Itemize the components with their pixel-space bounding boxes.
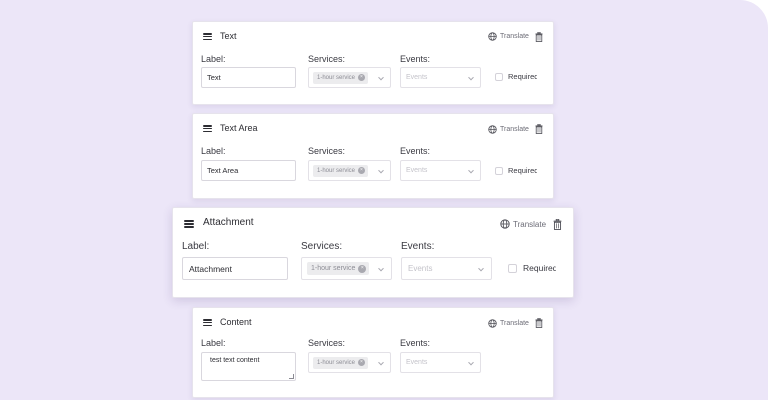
events-caption: Events: — [400, 338, 431, 348]
translate-button[interactable]: Translate — [488, 32, 529, 41]
chevron-down-icon — [468, 74, 474, 80]
label-input[interactable]: Text Area — [201, 160, 296, 181]
chevron-down-icon — [378, 74, 384, 80]
globe-icon — [488, 32, 497, 41]
label-caption: Label: — [201, 338, 226, 348]
drag-handle-icon[interactable] — [184, 220, 194, 228]
translate-label: Translate — [500, 33, 529, 40]
events-caption: Events: — [400, 54, 431, 64]
remove-tag-icon[interactable]: × — [358, 264, 367, 273]
events-placeholder: Events — [406, 74, 428, 81]
globe-icon — [488, 125, 497, 134]
chevron-down-icon — [468, 359, 474, 365]
label-caption: Label: — [182, 241, 210, 252]
chevron-down-icon — [468, 167, 474, 173]
service-tag: 1-hour service × — [307, 262, 370, 275]
label-caption: Label: — [201, 54, 226, 64]
required-checkbox[interactable] — [508, 264, 517, 273]
services-caption: Services: — [308, 338, 346, 348]
translate-label: Translate — [500, 320, 529, 327]
trash-icon[interactable] — [535, 124, 543, 134]
events-caption: Events: — [401, 241, 435, 252]
content-textarea[interactable]: test text content — [201, 352, 296, 381]
required-label: Required — [508, 72, 537, 81]
events-placeholder: Events — [406, 167, 428, 174]
field-card-text: Text Translate Label: Services: Events: … — [192, 21, 554, 105]
services-caption: Services: — [308, 54, 346, 64]
translate-button[interactable]: Translate — [488, 319, 529, 328]
chevron-down-icon — [378, 359, 384, 365]
field-card-content: Content Translate Label: Services: Event… — [192, 307, 554, 398]
content-text: test text content — [210, 357, 260, 364]
service-tag-label: 1-hour service — [311, 265, 356, 272]
events-placeholder: Events — [406, 359, 428, 366]
resize-handle[interactable] — [289, 374, 294, 379]
field-title: Attachment — [203, 217, 254, 228]
drag-handle-icon[interactable] — [203, 125, 212, 132]
required-checkbox[interactable] — [495, 167, 503, 175]
services-select[interactable]: 1-hour service × — [308, 160, 391, 181]
field-card-text-area: Text Area Translate Label: Services: Eve… — [192, 113, 554, 199]
events-caption: Events: — [400, 146, 431, 156]
chevron-down-icon — [378, 167, 384, 173]
chevron-down-icon — [478, 265, 484, 271]
remove-tag-icon[interactable]: × — [358, 74, 366, 81]
services-select[interactable]: 1-hour service × — [308, 67, 391, 88]
label-input[interactable]: Attachment — [182, 257, 288, 280]
events-placeholder: Events — [408, 264, 433, 273]
services-select[interactable]: 1-hour service × — [301, 257, 392, 280]
drag-handle-icon[interactable] — [203, 33, 212, 40]
trash-icon[interactable] — [535, 318, 543, 328]
translate-label: Translate — [513, 219, 547, 229]
remove-tag-icon[interactable]: × — [358, 167, 366, 174]
service-tag-label: 1-hour service — [317, 167, 356, 174]
service-tag: 1-hour service × — [313, 71, 369, 84]
remove-tag-icon[interactable]: × — [358, 359, 366, 366]
events-select[interactable]: Events — [400, 160, 481, 181]
service-tag: 1-hour service × — [313, 356, 369, 369]
chevron-down-icon — [378, 265, 384, 271]
services-caption: Services: — [308, 146, 346, 156]
field-title: Content — [220, 317, 252, 327]
label-input[interactable]: Text — [201, 67, 296, 88]
required-label: Required — [508, 166, 537, 175]
required-label: Required — [523, 263, 556, 273]
translate-label: Translate — [500, 126, 529, 133]
globe-icon — [488, 319, 497, 328]
label-caption: Label: — [201, 146, 226, 156]
field-card-attachment: Attachment Translate Label: Services: Ev… — [172, 207, 574, 298]
trash-icon[interactable] — [535, 32, 543, 42]
translate-button[interactable]: Translate — [500, 219, 546, 229]
service-tag-label: 1-hour service — [317, 359, 356, 366]
service-tag: 1-hour service × — [313, 164, 369, 177]
events-select[interactable]: Events — [401, 257, 492, 280]
services-caption: Services: — [301, 241, 343, 252]
trash-icon[interactable] — [553, 219, 562, 230]
globe-icon — [500, 219, 510, 229]
translate-button[interactable]: Translate — [488, 125, 529, 134]
drag-handle-icon[interactable] — [203, 319, 212, 326]
field-title: Text — [220, 31, 237, 41]
field-title: Text Area — [220, 123, 258, 133]
events-select[interactable]: Events — [400, 352, 481, 373]
required-checkbox[interactable] — [495, 73, 503, 81]
service-tag-label: 1-hour service — [317, 74, 356, 81]
events-select[interactable]: Events — [400, 67, 481, 88]
services-select[interactable]: 1-hour service × — [308, 352, 391, 373]
